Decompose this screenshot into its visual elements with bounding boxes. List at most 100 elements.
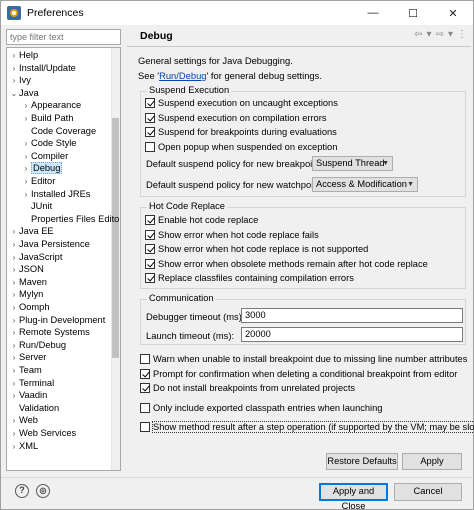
misc-checkbox-1[interactable]: Warn when unable to install breakpoint d… xyxy=(140,354,467,364)
misc-checkbox-2[interactable]: Prompt for confirmation when deleting a … xyxy=(140,369,457,379)
run-debug-link[interactable]: Run/Debug xyxy=(159,70,206,81)
tree-item-build-path[interactable]: › Build Path xyxy=(21,112,74,125)
tree-item-label: Plug-in Development xyxy=(19,314,106,325)
tree-item-junit[interactable]: JUnit xyxy=(21,200,52,213)
suspend-checkbox-2[interactable]: Suspend execution on compilation errors xyxy=(145,112,326,123)
tree-item-java[interactable]: ⌄ Java xyxy=(9,87,39,100)
tree-item-json[interactable]: › JSON xyxy=(9,263,44,276)
tree-item-appearance[interactable]: › Appearance xyxy=(21,99,81,112)
checkbox-checked-icon[interactable] xyxy=(145,215,155,225)
checkbox-unchecked-icon[interactable] xyxy=(145,141,155,152)
forward-arrow-icon[interactable]: ⇨ xyxy=(436,29,444,40)
hcr-checkbox-2[interactable]: Show error when hot code replace fails xyxy=(145,229,319,240)
launch-timeout-input[interactable]: 20000 xyxy=(241,327,463,342)
tree-item-ivy[interactable]: › Ivy xyxy=(9,74,31,87)
filter-input[interactable] xyxy=(6,29,121,45)
checkbox-checked-icon[interactable] xyxy=(145,229,155,240)
tree-item-label: Installed JREs xyxy=(31,188,91,199)
tree-item-web-services[interactable]: › Web Services xyxy=(9,427,77,440)
tree-item-editor[interactable]: › Editor xyxy=(21,175,56,188)
tree-item-remote-systems[interactable]: › Remote Systems xyxy=(9,326,90,339)
maximize-button[interactable]: ☐ xyxy=(393,1,433,25)
suspend-checkbox-1[interactable]: Suspend execution on uncaught exceptions xyxy=(145,98,338,108)
restore-defaults-button[interactable]: Restore Defaults xyxy=(326,453,398,470)
view-menu-icon[interactable]: ⋮ xyxy=(457,29,467,40)
tree-item-label: JUnit xyxy=(31,201,53,212)
forward-menu-icon[interactable]: ▾ xyxy=(448,29,453,40)
tree-item-maven[interactable]: › Maven xyxy=(9,276,47,289)
suspend-checkbox-3[interactable]: Suspend for breakpoints during evaluatio… xyxy=(145,127,337,137)
breakpoint-policy-select[interactable]: Suspend Thread ▼ xyxy=(312,156,393,171)
suspend-group-title: Suspend Execution xyxy=(147,85,232,95)
checkbox-checked-icon[interactable] xyxy=(140,383,150,393)
checkbox-checked-icon[interactable] xyxy=(145,112,155,123)
tree-item-label: Debug xyxy=(31,162,63,175)
tree-item-server[interactable]: › Server xyxy=(9,351,47,364)
checkbox-checked-icon[interactable] xyxy=(140,369,150,379)
tree-item-label: Help xyxy=(19,50,39,60)
debugger-timeout-input[interactable]: 3000 xyxy=(241,308,463,323)
tree-item-install-update[interactable]: › Install/Update xyxy=(9,62,76,75)
tree-item-oomph[interactable]: › Oomph xyxy=(9,301,50,314)
tree-item-label: Remote Systems xyxy=(19,327,90,338)
checkbox-unchecked-icon[interactable] xyxy=(140,354,150,364)
checkbox-checked-icon[interactable] xyxy=(145,244,155,254)
checkbox-unchecked-icon[interactable] xyxy=(140,403,150,413)
tree-item-label: Team xyxy=(19,365,42,375)
tree-item-installed-jres[interactable]: › Installed JREs xyxy=(21,188,91,201)
tree-item-xml[interactable]: › XML xyxy=(9,440,38,453)
tree-item-terminal[interactable]: › Terminal xyxy=(9,377,54,390)
tree-scroll-thumb[interactable] xyxy=(112,118,119,358)
tree-item-java-ee[interactable]: › Java EE xyxy=(9,225,54,238)
hcr-option-label: Show error when hot code replace fails xyxy=(158,229,319,240)
back-menu-icon[interactable]: ▾ xyxy=(427,29,432,40)
back-arrow-icon[interactable]: ⇦ xyxy=(414,29,422,40)
suspend-checkbox-4[interactable]: Open popup when suspended on exception xyxy=(145,141,337,152)
expanded-chevron-icon[interactable]: ⌄ xyxy=(9,88,19,101)
misc-checkbox-5[interactable]: Show method result after a step operatio… xyxy=(140,421,474,433)
misc-checkbox-4[interactable]: Only include exported classpath entries … xyxy=(140,403,382,413)
cancel-button[interactable]: Cancel xyxy=(394,483,462,501)
suspend-option-label: Suspend execution on uncaught exceptions xyxy=(158,98,338,108)
tree-item-web[interactable]: › Web xyxy=(9,414,38,427)
hcr-checkbox-3[interactable]: Show error when hot code replace is not … xyxy=(145,244,368,254)
checkbox-checked-icon[interactable] xyxy=(145,98,155,108)
hcr-option-label: Show error when hot code replace is not … xyxy=(158,244,369,254)
tree-item-compiler[interactable]: › Compiler xyxy=(21,150,69,163)
checkbox-unchecked-icon[interactable] xyxy=(140,422,150,432)
tree-item-code-style[interactable]: › Code Style xyxy=(21,137,77,150)
tree-item-properties-files-edito[interactable]: Properties Files Edito xyxy=(21,213,119,226)
apply-and-close-button[interactable]: Apply and Close xyxy=(319,483,388,510)
tree-item-label: XML xyxy=(19,440,39,451)
watchpoint-policy-select[interactable]: Access & Modification ▼ xyxy=(312,177,418,192)
checkbox-checked-icon[interactable] xyxy=(145,273,155,283)
page-title: Debug xyxy=(140,30,173,42)
tree-item-debug[interactable]: › Debug xyxy=(21,162,63,175)
tree-item-javascript[interactable]: › JavaScript xyxy=(9,251,63,264)
misc-checkbox-3[interactable]: Do not install breakpoints from unrelate… xyxy=(140,383,355,393)
tree-item-help[interactable]: › Help xyxy=(9,49,38,62)
minimize-button[interactable]: — xyxy=(353,1,393,25)
tree-item-team[interactable]: › Team xyxy=(9,364,42,377)
preferences-tree[interactable]: › Help › Install/Update › Ivy ⌄ Java › Appearance… xyxy=(6,47,121,471)
tree-item-code-coverage[interactable]: Code Coverage xyxy=(21,125,96,138)
tree-item-vaadin[interactable]: › Vaadin xyxy=(9,389,48,402)
hcr-checkbox-5[interactable]: Replace classfiles containing compilatio… xyxy=(145,273,354,283)
hcr-checkbox-1[interactable]: Enable hot code replace xyxy=(145,215,258,225)
tree-item-validation[interactable]: Validation xyxy=(9,402,59,415)
tree-item-label: Validation xyxy=(19,402,60,413)
tree-item-plug-in-development[interactable]: › Plug-in Development xyxy=(9,314,106,327)
import-export-icon[interactable]: ◎ xyxy=(36,484,50,498)
tree-item-label: Mylyn xyxy=(19,289,44,300)
close-button[interactable]: ✕ xyxy=(433,1,473,25)
hcr-checkbox-4[interactable]: Show error when obsolete methods remain … xyxy=(145,258,428,269)
apply-button[interactable]: Apply xyxy=(402,453,462,470)
checkbox-checked-icon[interactable] xyxy=(145,258,155,269)
tree-item-java-persistence[interactable]: › Java Persistence xyxy=(9,238,90,251)
collapsed-chevron-icon[interactable]: › xyxy=(9,441,19,454)
tree-item-run-debug[interactable]: › Run/Debug xyxy=(9,339,66,352)
checkbox-checked-icon[interactable] xyxy=(145,127,155,137)
tree-item-mylyn[interactable]: › Mylyn xyxy=(9,288,44,301)
help-icon[interactable]: ? xyxy=(15,484,29,498)
tree-scrollbar[interactable] xyxy=(111,48,120,470)
